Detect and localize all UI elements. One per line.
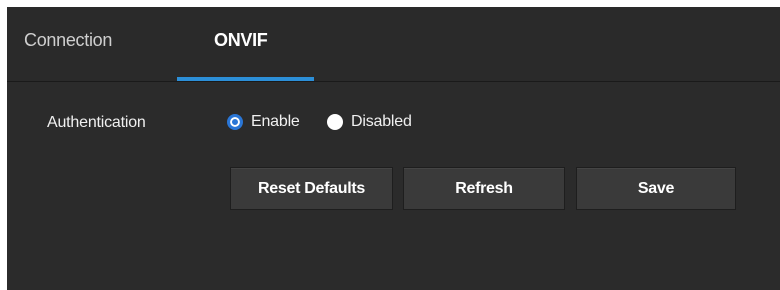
reset-defaults-button[interactable]: Reset Defaults (230, 167, 393, 210)
authentication-label: Authentication (47, 114, 146, 131)
tab-connection[interactable]: Connection (24, 7, 112, 81)
refresh-button[interactable]: Refresh (403, 167, 565, 210)
tab-onvif[interactable]: ONVIF (214, 7, 268, 81)
authentication-disabled-option[interactable]: Disabled (327, 113, 412, 131)
save-button[interactable]: Save (576, 167, 736, 210)
enable-radio-label: Enable (251, 113, 300, 130)
enable-radio[interactable] (227, 114, 243, 130)
tab-bar: Connection ONVIF (7, 7, 780, 82)
active-tab-indicator (177, 77, 314, 81)
onvif-settings-panel: Connection ONVIF Authentication Enable D… (7, 7, 780, 290)
disabled-radio-label: Disabled (351, 113, 412, 130)
disabled-radio[interactable] (327, 114, 343, 130)
authentication-enable-option[interactable]: Enable (227, 113, 300, 131)
